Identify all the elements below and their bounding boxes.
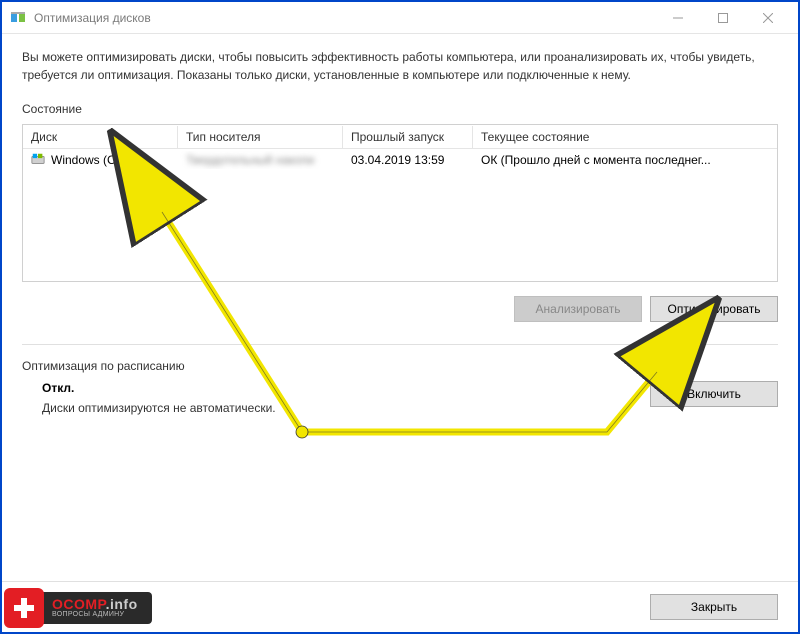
minimize-button[interactable]: [655, 3, 700, 33]
schedule-section-label: Оптимизация по расписанию: [22, 359, 778, 373]
header-type[interactable]: Тип носителя: [178, 126, 343, 148]
cell-disk-name: Windows (C:): [51, 153, 123, 167]
table-header: Диск Тип носителя Прошлый запуск Текущее…: [23, 125, 777, 149]
header-current-status[interactable]: Текущее состояние: [473, 126, 777, 148]
watermark-brand: OCOMP: [52, 596, 106, 612]
maximize-button[interactable]: [700, 3, 745, 33]
description-text: Вы можете оптимизировать диски, чтобы по…: [22, 48, 778, 84]
close-dialog-button[interactable]: Закрыть: [650, 594, 778, 620]
analyze-button: Анализировать: [514, 296, 642, 322]
disk-table: Диск Тип носителя Прошлый запуск Текущее…: [22, 124, 778, 282]
optimize-drives-window: Оптимизация дисков Вы можете оптимизиров…: [2, 2, 798, 632]
enable-schedule-button[interactable]: Включить: [650, 381, 778, 407]
table-row[interactable]: Windows (C:) Твердотельный накопи 03.04.…: [23, 149, 777, 171]
cell-media-type: Твердотельный накопи: [186, 153, 314, 167]
app-icon: [10, 10, 26, 26]
window-title: Оптимизация дисков: [34, 11, 151, 25]
cell-last-run: 03.04.2019 13:59: [343, 151, 473, 169]
optimize-button[interactable]: Оптимизировать: [650, 296, 778, 322]
close-button[interactable]: [745, 3, 790, 33]
schedule-status-subtitle: Диски оптимизируются не автоматически.: [42, 401, 650, 415]
schedule-status-title: Откл.: [42, 381, 650, 395]
watermark-suffix: .info: [106, 596, 138, 612]
drive-icon: [31, 152, 45, 169]
divider: [22, 344, 778, 345]
cell-status: ОК (Прошло дней с момента последнег...: [473, 151, 777, 169]
plus-icon: [4, 588, 44, 628]
status-section-label: Состояние: [22, 102, 778, 116]
watermark-logo: OCOMP.info ВОПРОСЫ АДМИНУ: [4, 586, 152, 630]
header-disk[interactable]: Диск: [23, 126, 178, 148]
titlebar: Оптимизация дисков: [2, 2, 798, 34]
header-last-run[interactable]: Прошлый запуск: [343, 126, 473, 148]
watermark-tagline: ВОПРОСЫ АДМИНУ: [52, 611, 138, 619]
